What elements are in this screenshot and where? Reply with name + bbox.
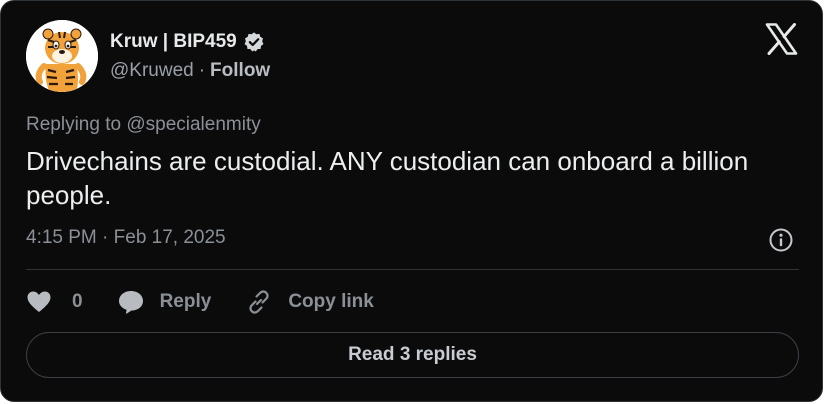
separator-dot: ·	[198, 60, 206, 81]
author-display-name[interactable]: Kruw | BIP459	[110, 31, 237, 53]
speech-bubble-icon	[118, 291, 143, 314]
link-icon	[249, 290, 269, 314]
embedded-tweet-card: Kruw | BIP459 @Kruwed · Follow Replying …	[0, 0, 823, 402]
author-name-row: Kruw | BIP459	[110, 29, 265, 55]
tweet-body: Drivechains are custodial. ANY custodian…	[26, 146, 749, 210]
avatar[interactable]	[26, 20, 98, 92]
tweet-timestamp[interactable]: 4:15 PM · Feb 17, 2025	[26, 227, 226, 249]
author-handle[interactable]: @Kruwed	[110, 60, 194, 82]
like-count: 0	[72, 291, 83, 312]
copy-link-button[interactable]: Copy link	[246, 289, 374, 315]
author-handle-row: @Kruwed · Follow	[110, 59, 270, 83]
read-replies-button[interactable]: Read 3 replies	[26, 332, 799, 378]
verified-badge-icon	[244, 32, 264, 52]
like-button[interactable]: 0	[26, 290, 83, 314]
replying-to-text[interactable]: Replying to @specialenmity	[26, 114, 261, 136]
reply-button[interactable]: Reply	[117, 289, 212, 315]
copy-link-label: Copy link	[288, 291, 374, 312]
x-logo-icon[interactable]	[765, 23, 798, 55]
tiger-avatar-icon	[26, 20, 98, 92]
reply-label: Reply	[159, 291, 212, 312]
follow-link[interactable]: Follow	[210, 60, 270, 82]
tweet-actions: 0 Reply Copy link	[26, 287, 374, 317]
heart-icon	[27, 291, 51, 312]
divider	[26, 269, 799, 270]
info-icon[interactable]	[768, 227, 794, 253]
